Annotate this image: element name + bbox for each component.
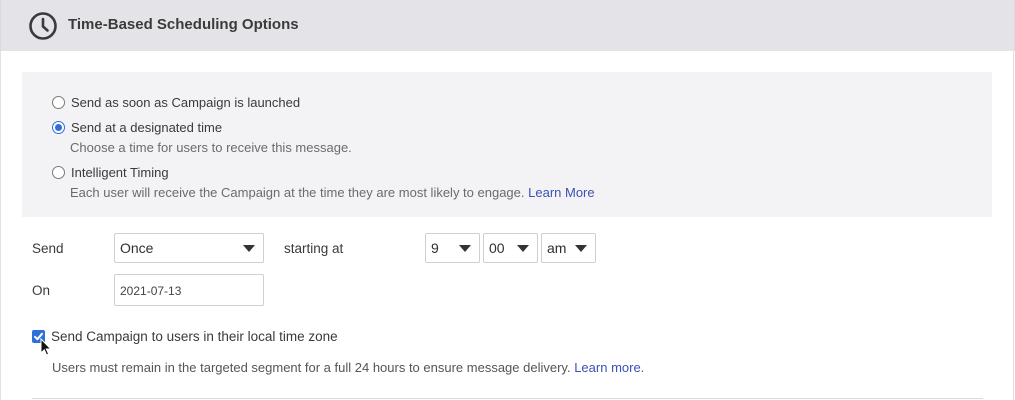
radio-designated-time[interactable] (52, 121, 65, 134)
frequency-select[interactable]: Once (114, 233, 264, 263)
option-description: Each user will receive the Campaign at t… (70, 185, 595, 200)
section-title: Time-Based Scheduling Options (68, 16, 299, 33)
chevron-down-icon (459, 245, 471, 252)
hour-value: 9 (431, 240, 439, 256)
date-input[interactable]: 2021-07-13 (114, 274, 264, 306)
option-label: Send at a designated time (71, 120, 223, 135)
starting-at-label: starting at (284, 241, 344, 256)
delivery-options-panel: Send as soon as Campaign is launched Sen… (22, 72, 992, 217)
chevron-down-icon (517, 245, 529, 252)
chevron-down-icon (243, 245, 255, 252)
option-description: Choose a time for users to receive this … (70, 140, 352, 155)
learn-more-link[interactable]: Learn More (528, 185, 594, 200)
delivery-note: Users must remain in the targeted segmen… (52, 360, 644, 375)
option-label: Intelligent Timing (71, 165, 169, 180)
frame-border-right (1013, 51, 1014, 400)
send-label: Send (32, 241, 64, 256)
divider (32, 398, 983, 399)
note-text: Users must remain in the targeted segmen… (52, 360, 571, 375)
on-label: On (32, 283, 51, 298)
option-intelligent-timing[interactable]: Intelligent Timing (52, 165, 169, 180)
option-send-on-launch[interactable]: Send as soon as Campaign is launched (52, 95, 300, 110)
frequency-value: Once (120, 240, 154, 256)
clock-icon (29, 12, 57, 40)
minute-select[interactable]: 00 (483, 233, 538, 263)
ampm-value: am (547, 240, 567, 256)
section-header: Time-Based Scheduling Options (0, 0, 1015, 51)
chevron-down-icon (575, 245, 587, 252)
radio-send-on-launch[interactable] (52, 96, 65, 109)
radio-intelligent-timing[interactable] (52, 166, 65, 179)
learn-more-link[interactable]: Learn more. (574, 360, 644, 375)
description-text: Each user will receive the Campaign at t… (70, 185, 525, 200)
date-value: 2021-07-13 (120, 284, 182, 298)
ampm-select[interactable]: am (541, 233, 596, 263)
local-time-label[interactable]: Send Campaign to users in their local ti… (51, 329, 338, 344)
minute-value: 00 (489, 240, 505, 256)
hour-select[interactable]: 9 (425, 233, 480, 263)
option-label: Send as soon as Campaign is launched (71, 95, 301, 110)
frame-border-left (0, 51, 1, 400)
option-designated-time[interactable]: Send at a designated time (52, 120, 222, 135)
